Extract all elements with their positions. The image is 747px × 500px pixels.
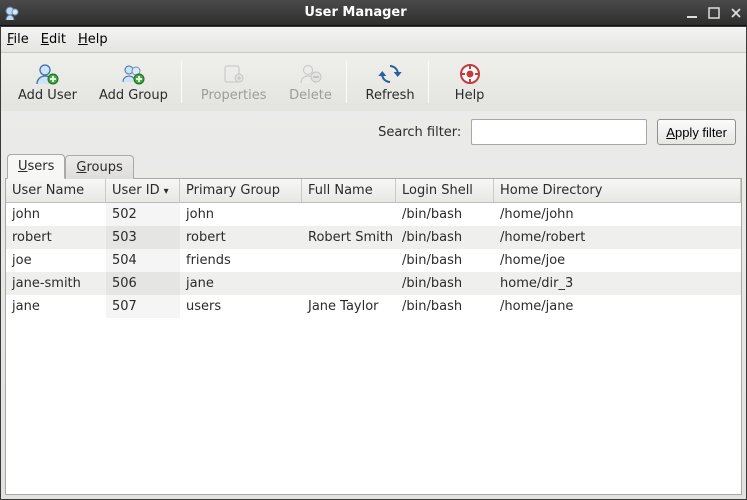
refresh-icon (378, 62, 402, 86)
col-user-id[interactable]: User ID▾ (106, 179, 180, 202)
menu-edit[interactable]: Edit (41, 32, 66, 47)
cell-user-name: robert (6, 226, 106, 249)
delete-label: Delete (289, 88, 332, 103)
cell-primary-group: robert (180, 226, 302, 249)
cell-user-name: joe (6, 249, 106, 272)
properties-icon (222, 62, 246, 86)
cell-primary-group: users (180, 295, 302, 318)
table-row[interactable]: joe504friends/bin/bash/home/joe (6, 249, 741, 272)
properties-button[interactable]: Properties (190, 56, 278, 108)
cell-user-id: 503 (106, 226, 180, 249)
cell-user-id: 506 (106, 272, 180, 295)
tabstrip: Users Groups (5, 153, 742, 179)
toolbar-separator (181, 61, 182, 103)
cell-full-name: Jane Taylor (302, 295, 396, 318)
cell-login-shell: /bin/bash (396, 272, 494, 295)
menu-help[interactable]: Help (78, 32, 108, 47)
cell-user-id: 504 (106, 249, 180, 272)
users-table: User Name User ID▾ Primary Group Full Na… (5, 178, 742, 495)
window-title: User Manager (26, 5, 685, 20)
table-row[interactable]: jane-smith506jane/bin/bashhome/dir_3 (6, 272, 741, 295)
col-user-name[interactable]: User Name (6, 179, 106, 202)
toolbar-separator (428, 61, 429, 103)
refresh-button[interactable]: Refresh (355, 56, 426, 108)
window-controls (685, 6, 743, 20)
cell-user-id: 502 (106, 203, 180, 226)
delete-button[interactable]: Delete (278, 56, 344, 108)
cell-home-dir: home/dir_3 (494, 272, 741, 295)
cell-full-name (302, 272, 396, 295)
tab-users[interactable]: Users (7, 154, 65, 179)
toolbar: Add User Add Group Properties Delete (1, 53, 746, 111)
cell-primary-group: friends (180, 249, 302, 272)
window: User Manager File Edit Help Add User (0, 0, 747, 500)
add-user-icon (35, 62, 59, 86)
col-full-name[interactable]: Full Name (302, 179, 396, 202)
cell-user-name: jane-smith (6, 272, 106, 295)
cell-login-shell: /bin/bash (396, 226, 494, 249)
help-icon (458, 62, 482, 86)
col-home-dir[interactable]: Home Directory (494, 179, 741, 202)
cell-user-id: 507 (106, 295, 180, 318)
cell-home-dir: /home/jane (494, 295, 741, 318)
cell-full-name (302, 249, 396, 272)
cell-login-shell: /bin/bash (396, 295, 494, 318)
table-row[interactable]: john502john/bin/bash/home/john (6, 203, 741, 226)
add-group-label: Add Group (99, 88, 168, 103)
cell-primary-group: jane (180, 272, 302, 295)
help-button[interactable]: Help (437, 56, 503, 108)
add-group-button[interactable]: Add Group (88, 56, 179, 108)
help-label: Help (455, 88, 485, 103)
app-icon (4, 5, 20, 21)
cell-home-dir: /home/joe (494, 249, 741, 272)
table-body: john502john/bin/bash/home/johnrobert503r… (6, 203, 741, 318)
delete-icon (299, 62, 323, 86)
client-area: File Edit Help Add User Add Group (0, 26, 747, 500)
sort-desc-icon: ▾ (164, 186, 169, 197)
tab-groups[interactable]: Groups (65, 155, 133, 179)
table-row[interactable]: robert503robertRobert Smith/bin/bash/hom… (6, 226, 741, 249)
minimize-button[interactable] (685, 6, 699, 20)
menubar: File Edit Help (1, 27, 746, 53)
add-group-icon (121, 62, 145, 86)
cell-home-dir: /home/john (494, 203, 741, 226)
add-user-label: Add User (18, 88, 77, 103)
cell-user-name: jane (6, 295, 106, 318)
search-row: Search filter: Apply filter (1, 111, 746, 153)
cell-login-shell: /bin/bash (396, 203, 494, 226)
add-user-button[interactable]: Add User (7, 56, 88, 108)
maximize-button[interactable] (707, 6, 721, 20)
toolbar-separator (346, 61, 347, 103)
properties-label: Properties (201, 88, 267, 103)
tabs: Users Groups User Name User ID▾ Primary … (1, 153, 746, 499)
cell-full-name: Robert Smith (302, 226, 396, 249)
cell-primary-group: john (180, 203, 302, 226)
close-button[interactable] (729, 6, 743, 20)
cell-home-dir: /home/robert (494, 226, 741, 249)
cell-full-name (302, 203, 396, 226)
search-label: Search filter: (378, 125, 461, 140)
refresh-label: Refresh (366, 88, 415, 103)
cell-login-shell: /bin/bash (396, 249, 494, 272)
apply-filter-button[interactable]: Apply filter (657, 119, 736, 145)
col-primary-group[interactable]: Primary Group (180, 179, 302, 202)
col-login-shell[interactable]: Login Shell (396, 179, 494, 202)
titlebar[interactable]: User Manager (0, 0, 747, 26)
cell-user-name: john (6, 203, 106, 226)
table-header: User Name User ID▾ Primary Group Full Na… (6, 179, 741, 203)
menu-file[interactable]: File (7, 32, 29, 47)
search-input[interactable] (471, 119, 647, 145)
table-row[interactable]: jane507usersJane Taylor/bin/bash/home/ja… (6, 295, 741, 318)
